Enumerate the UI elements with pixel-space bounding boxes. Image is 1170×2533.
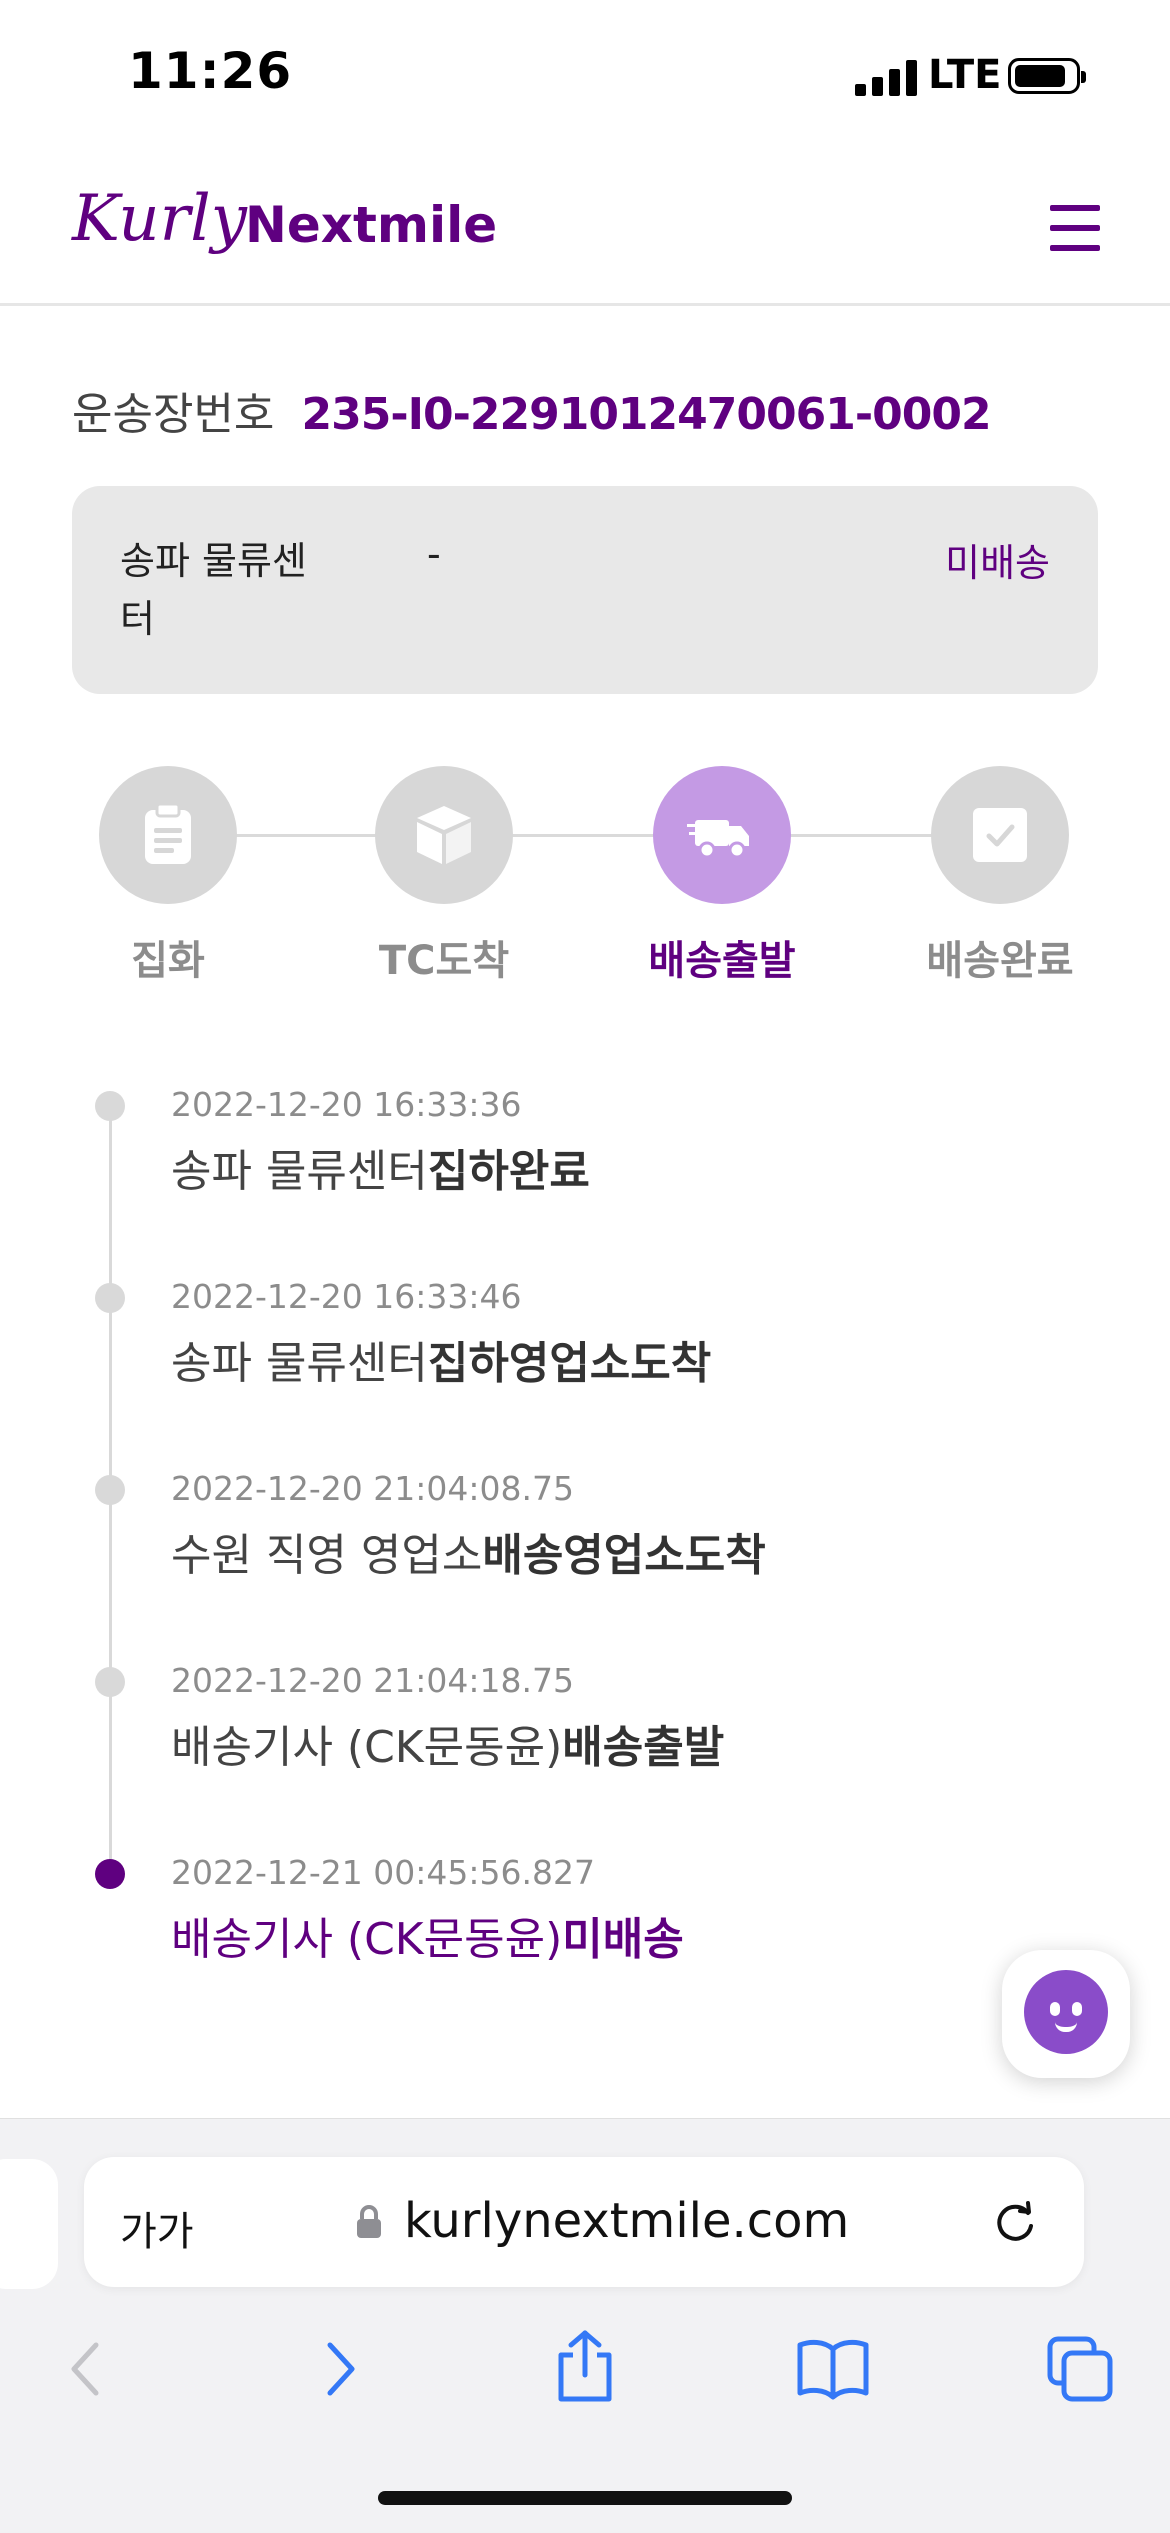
event-place: 송파 물류센터 <box>171 1146 428 1197</box>
delivery-status: 미배송 <box>945 541 1050 585</box>
delivery-info-card: 송파 물류센터 - 미배송 <box>72 486 1098 694</box>
event-description: 수원 직영 영업소배송영업소도착 <box>171 1519 766 1583</box>
box-icon <box>375 766 513 904</box>
browser-bottom-bar: 가가 kurlynextmile.com <box>0 2118 1170 2533</box>
timeline-dot <box>95 1091 125 1121</box>
bookmarks-icon[interactable] <box>796 2337 870 2405</box>
carrier-label: LTE <box>928 52 1002 98</box>
step-delivered: 배송완료 <box>880 766 1120 986</box>
event-description: 송파 물류센터집하완료 <box>171 1135 590 1199</box>
logo-kurly[interactable]: Kurly <box>72 182 247 256</box>
step-label: TC도착 <box>378 938 510 984</box>
event-place: 배송기사 (CK문동윤) <box>171 1914 563 1965</box>
event-action: 배송출발 <box>562 1722 725 1773</box>
waybill-number: 235-I0-2291012470061-0002 <box>301 389 992 440</box>
event-timestamp: 2022-12-20 21:04:18.75 <box>171 1661 574 1700</box>
chatbot-button[interactable] <box>1002 1950 1130 2078</box>
reload-icon[interactable] <box>990 2197 1040 2251</box>
status-time: 11:26 <box>128 42 293 100</box>
check-icon <box>931 766 1069 904</box>
timeline-event-current: 2022-12-21 00:45:56.827 배송기사 (CK문동윤)미배송 <box>0 1853 1170 2013</box>
step-pickup: 집화 <box>48 766 288 986</box>
event-action: 미배송 <box>562 1914 684 1965</box>
timeline-event: 2022-12-20 16:33:36 송파 물류센터집하완료 <box>0 1085 1170 1245</box>
steps-connector-line <box>170 834 1000 837</box>
previous-tab-preview[interactable] <box>0 2159 58 2289</box>
waybill-label: 운송장번호 <box>72 389 275 440</box>
event-action: 집하영업소도착 <box>427 1338 712 1389</box>
step-out-for-delivery: 배송출발 <box>602 766 842 986</box>
timeline-dot <box>95 1475 125 1505</box>
event-place: 배송기사 (CK문동윤) <box>171 1722 563 1773</box>
home-indicator[interactable] <box>378 2491 792 2505</box>
event-place: 수원 직영 영업소 <box>171 1530 483 1581</box>
hamburger-menu-icon[interactable] <box>1050 205 1100 251</box>
signal-icon <box>855 60 917 96</box>
step-label: 배송완료 <box>926 938 1074 984</box>
info-dash: - <box>427 532 441 576</box>
event-description: 배송기사 (CK문동윤)배송출발 <box>171 1711 724 1775</box>
timeline-event: 2022-12-20 16:33:46 송파 물류센터집하영업소도착 <box>0 1277 1170 1437</box>
url-text[interactable]: kurlynextmile.com <box>404 2193 849 2249</box>
step-tc-arrival: TC도착 <box>324 766 564 986</box>
timeline-dot <box>95 1667 125 1697</box>
event-timestamp: 2022-12-20 16:33:46 <box>171 1277 522 1316</box>
timeline-dot-current <box>95 1859 125 1889</box>
event-timestamp: 2022-12-20 21:04:08.75 <box>171 1469 574 1508</box>
status-bar: 11:26 LTE <box>0 0 1170 150</box>
battery-icon <box>1008 58 1086 94</box>
event-description: 배송기사 (CK문동윤)미배송 <box>171 1903 684 1967</box>
logo-nextmile[interactable]: Nextmile <box>245 196 497 254</box>
event-timestamp: 2022-12-21 00:45:56.827 <box>171 1853 595 1892</box>
logistics-center-name: 송파 물류센터 <box>120 539 307 641</box>
event-action: 배송영업소도착 <box>482 1530 766 1581</box>
forward-icon[interactable] <box>320 2339 360 2403</box>
browser-toolbar <box>0 2319 1170 2439</box>
waybill-row: 운송장번호 235-I0-2291012470061-0002 <box>72 378 992 442</box>
timeline-dot <box>95 1283 125 1313</box>
timeline-event: 2022-12-20 21:04:08.75 수원 직영 영업소배송영업소도착 <box>0 1469 1170 1629</box>
text-size-button[interactable]: 가가 <box>120 2199 194 2257</box>
chatbot-face-icon <box>1024 1970 1108 2054</box>
timeline-event: 2022-12-20 21:04:18.75 배송기사 (CK문동윤)배송출발 <box>0 1661 1170 1821</box>
event-place: 송파 물류센터 <box>171 1338 428 1389</box>
event-action: 집하완료 <box>427 1146 590 1197</box>
lock-icon <box>356 2205 382 2239</box>
step-label: 배송출발 <box>648 938 796 984</box>
tabs-icon[interactable] <box>1046 2335 1116 2409</box>
share-icon[interactable] <box>553 2329 617 2407</box>
address-bar[interactable]: 가가 kurlynextmile.com <box>84 2157 1084 2287</box>
event-timestamp: 2022-12-20 16:33:36 <box>171 1085 522 1124</box>
back-icon[interactable] <box>66 2339 106 2403</box>
progress-steps: 집화 TC도착 배송출발 배송완료 <box>0 766 1170 986</box>
truck-icon <box>653 766 791 904</box>
clipboard-icon <box>99 766 237 904</box>
site-header: Kurly Nextmile <box>0 150 1170 306</box>
event-description: 송파 물류센터집하영업소도착 <box>171 1327 711 1391</box>
step-label: 집화 <box>131 938 205 984</box>
